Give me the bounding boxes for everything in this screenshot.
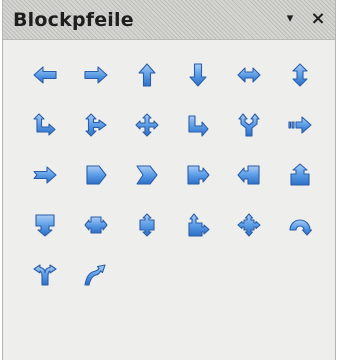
block-arrows-panel: Blockpfeile ▾ ×: [2, 0, 336, 360]
shape-item-16[interactable]: [172, 150, 223, 200]
up-arrow-icon: [137, 63, 156, 87]
up-right-arrow-icon: [32, 113, 56, 136]
shape-grid: [19, 50, 325, 300]
close-icon[interactable]: ×: [308, 8, 328, 30]
shape-item-2[interactable]: [70, 50, 121, 100]
shape-item-21[interactable]: [121, 200, 172, 250]
left-arrow-callout-icon: [236, 165, 260, 185]
split-arrow-icon: [237, 113, 260, 137]
left-right-arrow-callout-icon: [83, 216, 108, 234]
s-shaped-arrow-icon: [83, 264, 106, 286]
shape-item-18[interactable]: [274, 150, 325, 200]
panel-title: Blockpfeile: [13, 9, 134, 31]
chevron-icon: [135, 165, 158, 185]
shape-item-15[interactable]: [121, 150, 172, 200]
up-right-down-arrow-icon: [84, 113, 107, 137]
corner-right-arrow-icon: [187, 115, 209, 137]
shape-item-4[interactable]: [172, 50, 223, 100]
down-arrow-icon: [188, 63, 207, 87]
right-arrow-callout-icon: [186, 165, 210, 185]
circular-arrow-icon: [288, 219, 312, 236]
shape-item-23[interactable]: [223, 200, 274, 250]
shape-item-17[interactable]: [223, 150, 274, 200]
shape-item-13[interactable]: [19, 150, 70, 200]
pentagon-icon: [85, 165, 107, 185]
shape-item-14[interactable]: [70, 150, 121, 200]
down-arrow-callout-icon: [34, 214, 55, 237]
right-arrow-icon: [83, 66, 108, 84]
shape-item-8[interactable]: [70, 100, 121, 150]
shape-item-11[interactable]: [223, 100, 274, 150]
shape-item-22[interactable]: [172, 200, 223, 250]
shape-item-24[interactable]: [274, 200, 325, 250]
up-arrow-callout-icon: [289, 163, 310, 186]
left-arrow-icon: [32, 66, 57, 84]
shape-item-26[interactable]: [70, 250, 121, 300]
menu-dropdown-icon[interactable]: ▾: [280, 8, 300, 30]
shape-item-1[interactable]: [19, 50, 70, 100]
four-way-arrow-icon: [134, 113, 159, 137]
shape-item-12[interactable]: [274, 100, 325, 150]
notched-right-arrow-icon: [32, 166, 57, 184]
shape-item-3[interactable]: [121, 50, 172, 100]
up-down-arrow-icon: [291, 63, 308, 87]
panel-titlebar[interactable]: Blockpfeile ▾ ×: [3, 0, 335, 40]
shape-item-5[interactable]: [223, 50, 274, 100]
shape-item-6[interactable]: [274, 50, 325, 100]
striped-right-arrow-icon: [287, 116, 312, 134]
left-right-arrow-icon: [236, 67, 261, 83]
four-way-arrow-callout-icon: [236, 213, 261, 237]
shape-item-25[interactable]: [19, 250, 70, 300]
split-round-arrow-icon: [32, 264, 57, 286]
shape-item-20[interactable]: [70, 200, 121, 250]
shape-item-7[interactable]: [19, 100, 70, 150]
shape-item-10[interactable]: [172, 100, 223, 150]
shape-item-9[interactable]: [121, 100, 172, 150]
up-right-arrow-callout-icon: [187, 213, 210, 237]
up-down-arrow-callout-icon: [138, 213, 155, 237]
shape-item-19[interactable]: [19, 200, 70, 250]
